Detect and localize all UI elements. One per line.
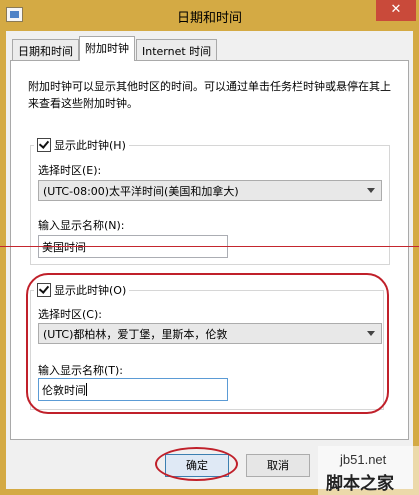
clock1-timezone-label: 选择时区(E): xyxy=(38,164,102,177)
chevron-down-icon xyxy=(367,188,375,193)
clock1-name-value: 美国时间 xyxy=(42,241,86,254)
checkbox-check-icon xyxy=(37,138,51,152)
close-button[interactable]: ✕ xyxy=(376,0,416,21)
tab-internet-time[interactable]: Internet 时间 xyxy=(136,39,218,60)
watermark-brand: 脚本之家 xyxy=(326,474,394,494)
window-title: 日期和时间 xyxy=(176,11,242,26)
annotation-red-oval xyxy=(155,447,238,481)
watermark-site: jb51.net xyxy=(340,452,387,467)
annotation-red-rounded-box xyxy=(26,273,389,414)
description-text: 附加时钟可以显示其他时区的时间。可以通过单击任务栏时钟或悬停在其上来查看这些附加… xyxy=(28,80,391,110)
close-icon: ✕ xyxy=(390,2,402,17)
annotation-red-line xyxy=(0,246,419,247)
clock1-show-checkbox[interactable]: 显示此时钟(H) xyxy=(34,137,129,153)
clock1-checkbox-label: 显示此时钟(H) xyxy=(54,139,126,152)
cancel-button[interactable]: 取消 xyxy=(246,454,310,477)
tab-date-and-time[interactable]: 日期和时间 xyxy=(12,39,79,60)
tab-additional-clocks[interactable]: 附加时钟 xyxy=(79,36,135,61)
clock1-name-label: 输入显示名称(N): xyxy=(38,219,125,232)
clock1-timezone-select[interactable]: (UTC-08:00)太平洋时间(美国和加拿大) xyxy=(38,180,382,201)
clock1-timezone-value: (UTC-08:00)太平洋时间(美国和加拿大) xyxy=(43,185,239,198)
